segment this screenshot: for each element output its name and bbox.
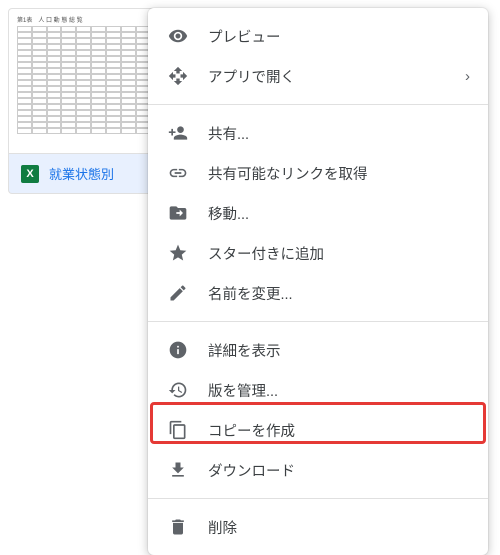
menu-versions[interactable]: 版を管理... <box>148 370 488 410</box>
menu-label: プレビュー <box>208 26 281 47</box>
menu-divider <box>148 498 488 499</box>
menu-preview[interactable]: プレビュー <box>148 16 488 56</box>
info-icon <box>166 338 190 362</box>
menu-download[interactable]: ダウンロード <box>148 450 488 490</box>
menu-delete[interactable]: 削除 <box>148 507 488 547</box>
history-icon <box>166 378 190 402</box>
folder-move-icon <box>166 201 190 225</box>
menu-label: 名前を変更... <box>208 283 293 304</box>
menu-share[interactable]: 共有... <box>148 113 488 153</box>
menu-details[interactable]: 詳細を表示 <box>148 330 488 370</box>
excel-icon: X <box>21 165 39 183</box>
open-with-icon <box>166 64 190 88</box>
menu-label: 版を管理... <box>208 380 278 401</box>
download-icon <box>166 458 190 482</box>
menu-divider <box>148 104 488 105</box>
star-icon <box>166 241 190 265</box>
menu-label: 共有... <box>208 123 249 144</box>
menu-label: コピーを作成 <box>208 420 295 441</box>
context-menu: プレビュー アプリで開く › 共有... 共有可能なリンクを取得 移動... ス… <box>148 8 488 555</box>
trash-icon <box>166 515 190 539</box>
menu-rename[interactable]: 名前を変更... <box>148 273 488 313</box>
eye-icon <box>166 24 190 48</box>
copy-icon <box>166 418 190 442</box>
menu-get-link[interactable]: 共有可能なリンクを取得 <box>148 153 488 193</box>
file-name-label: 就業状態別 <box>49 164 114 183</box>
menu-label: 詳細を表示 <box>208 340 281 361</box>
menu-label: 削除 <box>208 517 237 538</box>
menu-label: スター付きに追加 <box>208 243 324 264</box>
menu-label: アプリで開く <box>208 66 295 87</box>
edit-icon <box>166 281 190 305</box>
menu-label: 共有可能なリンクを取得 <box>208 163 368 184</box>
menu-label: ダウンロード <box>208 460 295 481</box>
menu-star[interactable]: スター付きに追加 <box>148 233 488 273</box>
menu-move[interactable]: 移動... <box>148 193 488 233</box>
chevron-right-icon: › <box>465 68 470 85</box>
menu-open-with[interactable]: アプリで開く › <box>148 56 488 96</box>
menu-make-copy[interactable]: コピーを作成 <box>148 410 488 450</box>
link-icon <box>166 161 190 185</box>
menu-label: 移動... <box>208 203 249 224</box>
person-add-icon <box>166 121 190 145</box>
menu-divider <box>148 321 488 322</box>
